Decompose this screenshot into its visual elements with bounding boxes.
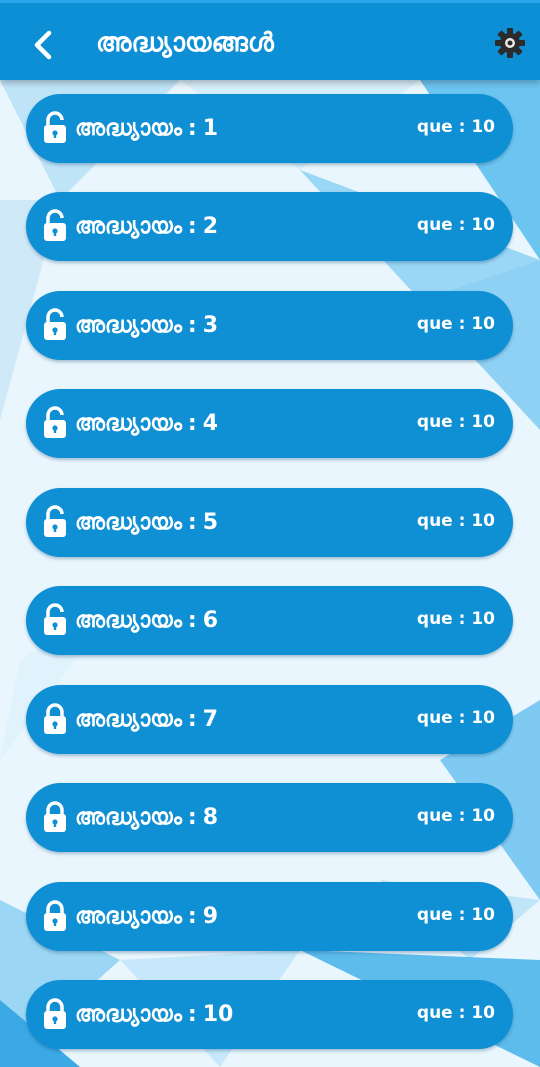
lock-open-icon: [44, 406, 66, 438]
lock-open-icon: [44, 209, 66, 241]
lock-icon: [44, 998, 66, 1029]
chapter-separator: :: [187, 214, 197, 239]
chevron-left-icon: [34, 30, 52, 60]
lock-open-icon: [44, 603, 66, 635]
chapter-separator: :: [187, 608, 197, 633]
chapter-number: 8: [202, 805, 219, 830]
question-count: que : 10: [416, 117, 495, 137]
question-count: que : 10: [416, 905, 495, 925]
chapter-item[interactable]: അദ്ധ്യായം:6 que : 10: [26, 586, 513, 655]
chapter-separator: :: [187, 805, 197, 830]
chapter-label: അദ്ധ്യായം: [75, 805, 182, 830]
question-count: que : 10: [416, 806, 495, 826]
chapter-label: അദ്ധ്യായം: [75, 116, 182, 141]
chapter-number: 1: [202, 116, 219, 141]
chapter-title: അദ്ധ്യായം:10: [75, 980, 233, 1049]
chapter-number: 10: [202, 1002, 234, 1027]
question-count: que : 10: [416, 1003, 495, 1023]
chapter-item[interactable]: അദ്ധ്യായം:5 que : 10: [26, 488, 513, 557]
gear-icon: [495, 28, 525, 58]
chapter-number: 3: [202, 313, 219, 338]
chapter-number: 6: [202, 608, 219, 633]
chapter-separator: :: [187, 904, 197, 929]
chapter-label: അദ്ധ്യായം: [75, 1002, 182, 1027]
chapter-item[interactable]: അദ്ധ്യായം:9 que : 10: [26, 882, 513, 951]
question-count: que : 10: [416, 215, 495, 235]
chapter-title: അദ്ധ്യായം:4: [75, 389, 218, 458]
chapter-label: അദ്ധ്യായം: [75, 707, 182, 732]
chapter-item[interactable]: അദ്ധ്യായം:2 que : 10: [26, 192, 513, 261]
question-count: que : 10: [416, 412, 495, 432]
chapter-number: 2: [202, 214, 219, 239]
question-count: que : 10: [416, 314, 495, 334]
chapter-title: അദ്ധ്യായം:3: [75, 291, 218, 360]
settings-button[interactable]: [492, 25, 528, 61]
chapter-label: അദ്ധ്യായം: [75, 904, 182, 929]
chapter-title: അദ്ധ്യായം:2: [75, 192, 218, 261]
chapter-title: അദ്ധ്യായം:1: [75, 94, 218, 163]
back-button[interactable]: [22, 23, 66, 67]
chapter-title: അദ്ധ്യായം:5: [75, 488, 218, 557]
chapter-separator: :: [187, 411, 197, 436]
lock-icon: [44, 900, 66, 931]
chapter-title: അദ്ധ്യായം:9: [75, 882, 218, 951]
chapter-label: അദ്ധ്യായം: [75, 608, 182, 633]
app-bar: അദ്ധ്യായങ്ങൾ: [0, 0, 540, 80]
chapter-number: 7: [202, 707, 219, 732]
chapter-item[interactable]: അദ്ധ്യായം:7 que : 10: [26, 685, 513, 754]
chapter-number: 9: [202, 904, 219, 929]
chapter-title: അദ്ധ്യായം:8: [75, 783, 218, 852]
question-count: que : 10: [416, 708, 495, 728]
chapter-separator: :: [187, 510, 197, 535]
page-title: അദ്ധ്യായങ്ങൾ: [96, 28, 274, 58]
question-count: que : 10: [416, 511, 495, 531]
chapter-separator: :: [187, 707, 197, 732]
chapter-separator: :: [187, 313, 197, 338]
chapter-number: 4: [202, 411, 219, 436]
chapter-number: 5: [202, 510, 219, 535]
chapter-item[interactable]: അദ്ധ്യായം:1 que : 10: [26, 94, 513, 163]
lock-open-icon: [44, 111, 66, 143]
chapter-label: അദ്ധ്യായം: [75, 313, 182, 338]
question-count: que : 10: [416, 609, 495, 629]
lock-open-icon: [44, 505, 66, 537]
chapter-title: അദ്ധ്യായം:7: [75, 685, 218, 754]
chapter-item[interactable]: അദ്ധ്യായം:10 que : 10: [26, 980, 513, 1049]
lock-icon: [44, 703, 66, 734]
chapter-item[interactable]: അദ്ധ്യായം:4 que : 10: [26, 389, 513, 458]
chapter-label: അദ്ധ്യായം: [75, 214, 182, 239]
chapter-item[interactable]: അദ്ധ്യായം:8 que : 10: [26, 783, 513, 852]
chapter-separator: :: [187, 1002, 197, 1027]
chapter-item[interactable]: അദ്ധ്യായം:3 que : 10: [26, 291, 513, 360]
lock-icon: [44, 801, 66, 832]
chapter-label: അദ്ധ്യായം: [75, 510, 182, 535]
chapter-label: അദ്ധ്യായം: [75, 411, 182, 436]
lock-open-icon: [44, 308, 66, 340]
chapter-separator: :: [187, 116, 197, 141]
chapter-title: അദ്ധ്യായം:6: [75, 586, 218, 655]
